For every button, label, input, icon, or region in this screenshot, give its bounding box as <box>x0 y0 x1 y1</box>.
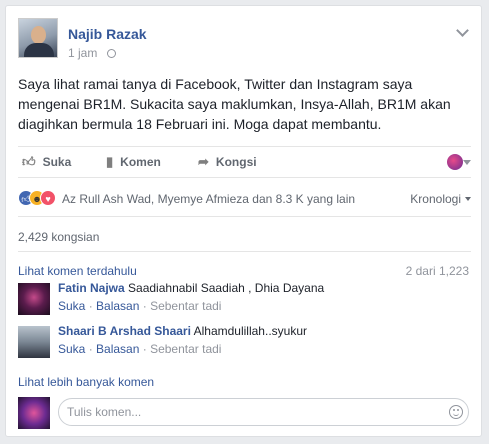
author-name[interactable]: Najib Razak <box>68 26 147 42</box>
thumbs-up-icon: 👍︎ <box>22 154 36 169</box>
divider <box>18 251 471 252</box>
share-arrow-icon: ➦ <box>198 154 209 169</box>
comment-actions: Suka · Balasan · Sebentar tadi <box>58 342 222 356</box>
chevron-down-icon[interactable] <box>456 24 469 37</box>
sort-dropdown[interactable]: Kronologi <box>410 192 471 206</box>
view-previous-comments[interactable]: Lihat komen terdahulu <box>18 264 137 278</box>
shares-count[interactable]: 2,429 kongsian <box>18 230 99 244</box>
comment-composer <box>18 396 471 430</box>
comment-reply-link[interactable]: Balasan <box>96 299 139 313</box>
commenter-avatar[interactable] <box>18 283 50 315</box>
post-text: Saya lihat ramai tanya di Facebook, Twit… <box>18 76 451 132</box>
comment-text: Saadiahnabil Saadiah , Dhia Dayana <box>128 281 325 295</box>
comment-author[interactable]: Shaari B Arshad Shaari <box>58 324 191 338</box>
avatar-suit <box>24 43 54 57</box>
emoji-icon[interactable] <box>449 405 463 419</box>
action-bar: 👍︎ Suka ▮ Komen ➦ Kongsi <box>18 146 471 178</box>
comment-actions: Suka · Balasan · Sebentar tadi <box>58 299 222 313</box>
comment-item: Shaari B Arshad Shaari Alhamdulillah..sy… <box>18 324 471 358</box>
post-meta: 1 jam <box>68 46 116 60</box>
like-button[interactable]: 👍︎ Suka <box>22 154 71 170</box>
post-card: Najib Razak 1 jam Saya lihat ramai tanya… <box>5 5 482 437</box>
comment-like-link[interactable]: Suka <box>58 299 85 313</box>
page-selector-avatar[interactable] <box>447 154 463 170</box>
comments-count: 2 dari 1,223 <box>405 264 469 278</box>
comment-input[interactable] <box>58 398 469 426</box>
comment-like-link[interactable]: Suka <box>58 342 85 356</box>
post-time[interactable]: 1 jam <box>68 46 97 60</box>
comment-label: Komen <box>120 155 161 169</box>
comment-time[interactable]: Sebentar tadi <box>150 299 221 313</box>
avatar-face <box>31 26 46 44</box>
share-button[interactable]: ➦ Kongsi <box>198 154 257 170</box>
comment-button[interactable]: ▮ Komen <box>106 154 161 170</box>
reactors-summary[interactable]: Az Rull Ash Wad, Myemye Afmieza dan 8.3 … <box>62 192 355 206</box>
comment-reply-link[interactable]: Balasan <box>96 342 139 356</box>
comment-item: Fatin Najwa Saadiahnabil Saadiah , Dhia … <box>18 281 471 315</box>
like-label: Suka <box>42 155 72 169</box>
current-user-avatar <box>18 397 50 429</box>
comment-author[interactable]: Fatin Najwa <box>58 281 125 295</box>
share-label: Kongsi <box>215 155 257 169</box>
caret-down-icon[interactable] <box>463 160 471 165</box>
globe-icon <box>106 49 116 58</box>
comment-line: Fatin Najwa Saadiahnabil Saadiah , Dhia … <box>58 281 324 295</box>
comment-line: Shaari B Arshad Shaari Alhamdulillah..sy… <box>58 324 307 338</box>
view-more-comments[interactable]: Lihat lebih banyak komen <box>18 375 154 389</box>
commenter-avatar[interactable] <box>18 326 50 358</box>
caret-down-icon <box>465 197 471 201</box>
love-reaction-icon[interactable]: ♥ <box>40 190 56 206</box>
comment-time[interactable]: Sebentar tadi <box>150 342 221 356</box>
reactions-row: 👍︎ ☻ ♥ Az Rull Ash Wad, Myemye Afmieza d… <box>18 189 471 209</box>
author-avatar[interactable] <box>18 18 58 58</box>
comment-icon: ▮ <box>106 154 114 169</box>
divider <box>18 216 471 217</box>
comment-text: Alhamdulillah..syukur <box>193 324 307 338</box>
sort-label: Kronologi <box>410 192 461 206</box>
